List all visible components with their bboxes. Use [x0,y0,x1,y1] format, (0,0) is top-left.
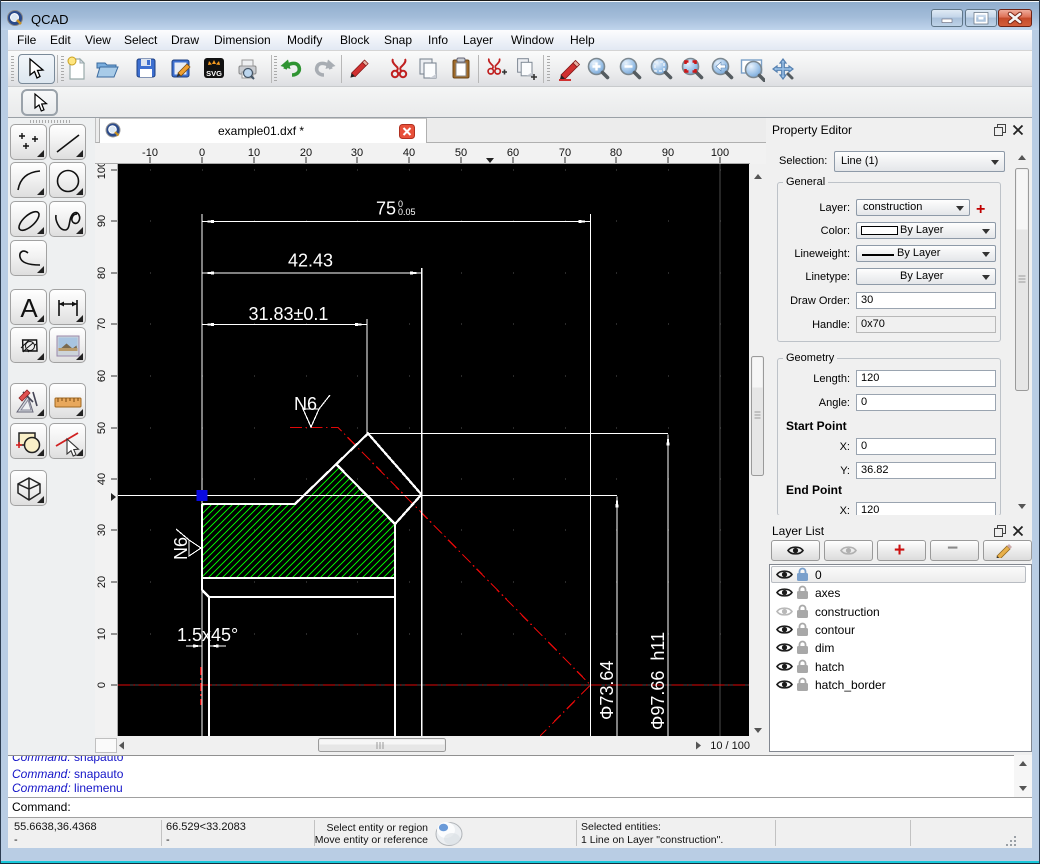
svg-text:75: 75 [376,199,396,219]
svg-text:31.83±0.1: 31.83±0.1 [249,304,329,324]
svg-text:60: 60 [96,370,108,382]
svg-text:1.5x45°: 1.5x45° [177,625,238,645]
svg-text:Φ73.64: Φ73.64 [597,661,617,720]
svg-text:N6: N6 [171,537,191,560]
svg-text:SVG: SVG [206,69,222,78]
svg-text:10 / 100: 10 / 100 [710,740,750,752]
svg-text:40: 40 [96,473,108,485]
svg-text:50: 50 [96,422,108,434]
svg-text:A: A [20,293,38,323]
svg-text:Φ97.66 h11: Φ97.66 h11 [648,632,668,730]
svg-text:70: 70 [96,318,108,330]
svg-text:30: 30 [96,524,108,536]
svg-text:0.05: 0.05 [398,207,416,217]
svg-text:0: 0 [96,682,108,688]
svg-text:100: 100 [96,164,108,179]
svg-text:N6: N6 [294,394,317,414]
svg-text:10: 10 [96,628,108,640]
svg-text:42.43: 42.43 [288,251,333,271]
svg-text:80: 80 [96,267,108,279]
svg-text:20: 20 [96,576,108,588]
svg-text:90: 90 [96,215,108,227]
